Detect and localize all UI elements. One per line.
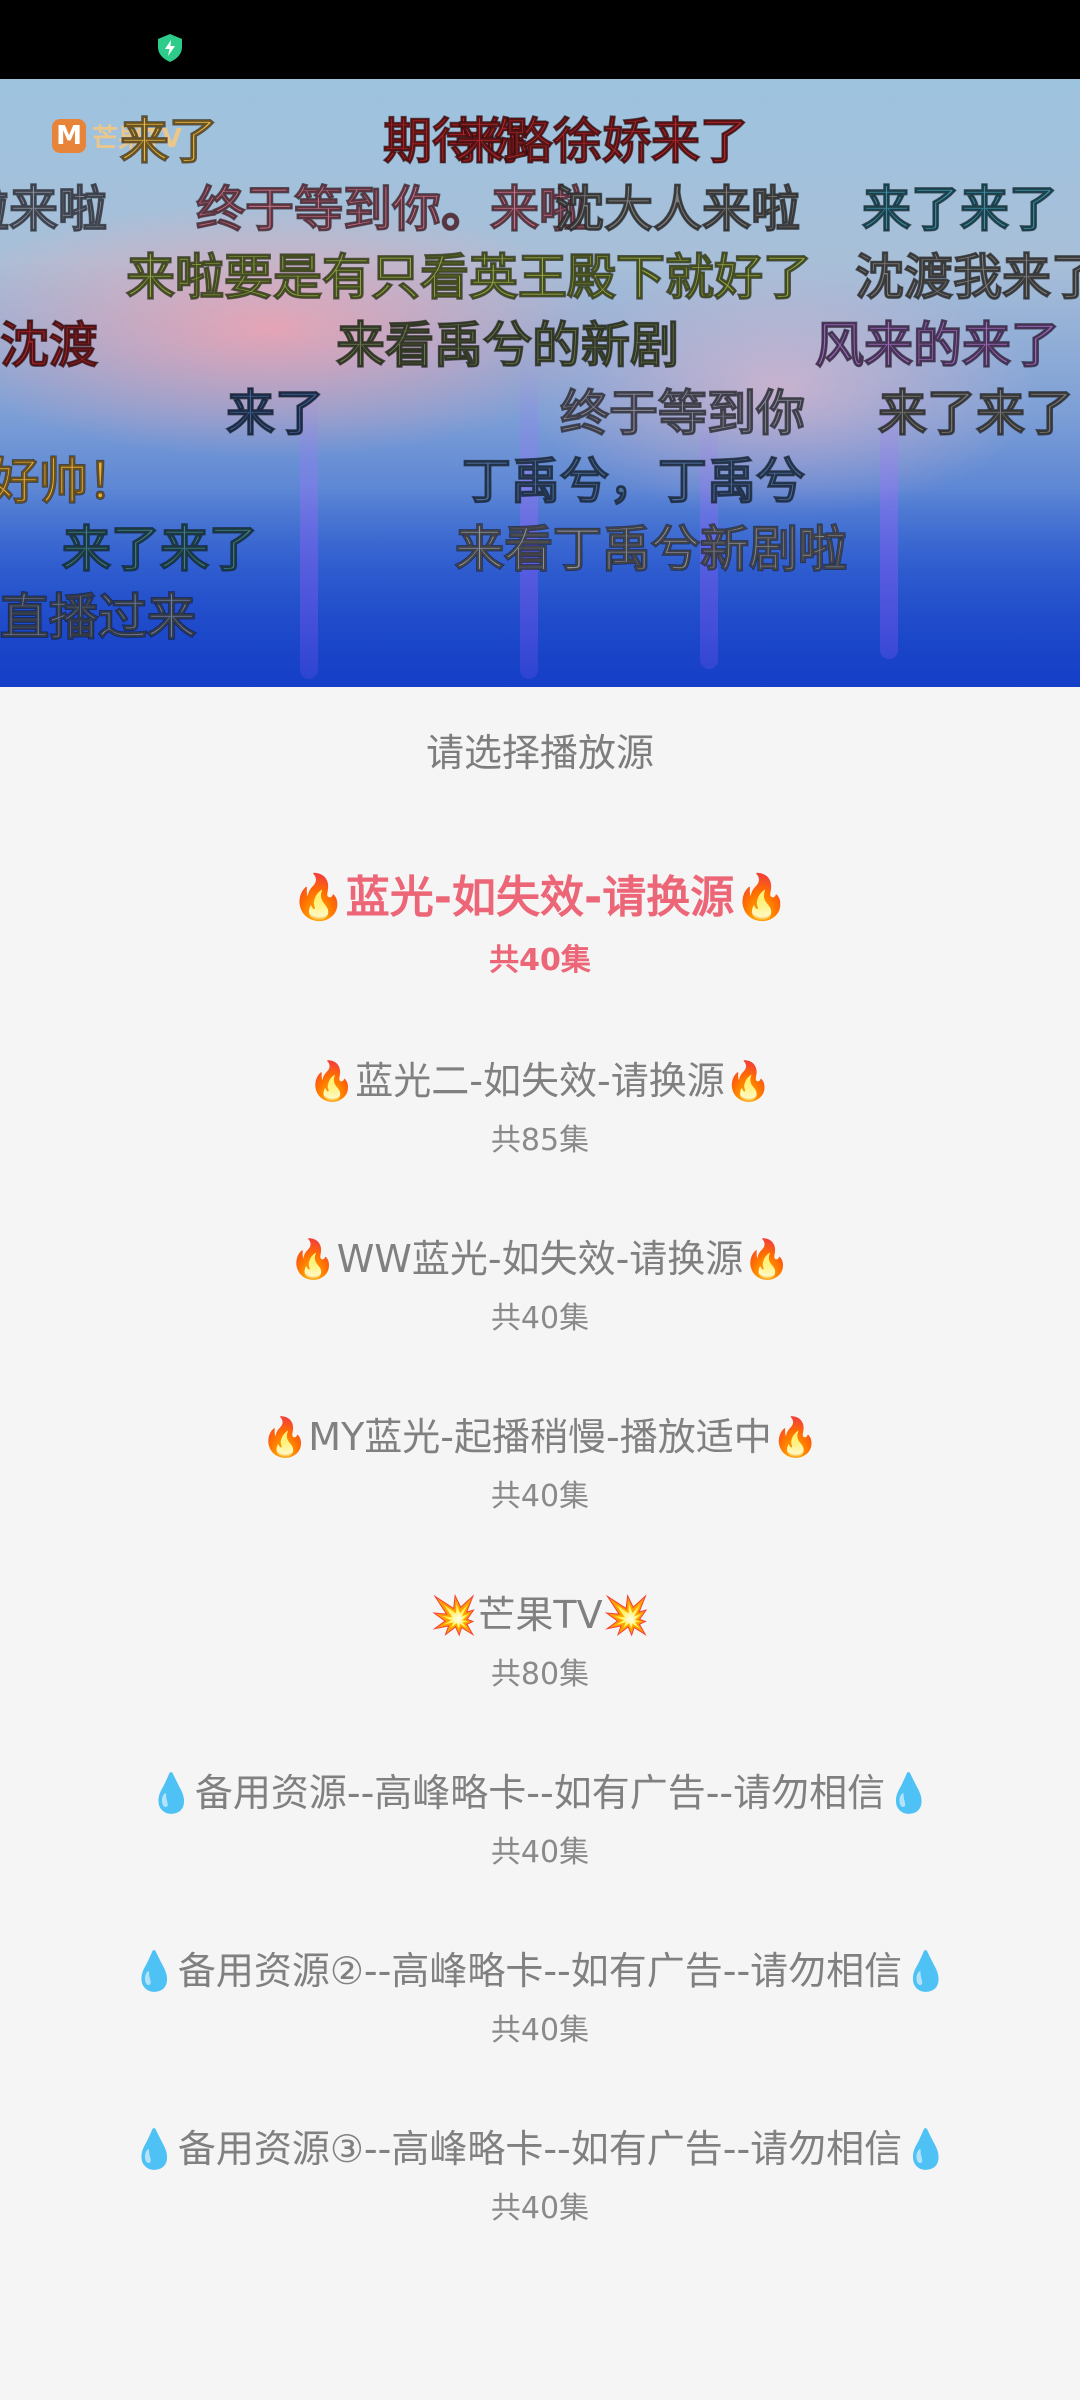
danmaku-comment: 来了来了	[61, 521, 259, 578]
episode-count: 共85集	[490, 1123, 590, 1158]
source-item[interactable]: 🔥MY蓝光-起播稍慢-播放适中🔥 共40集	[0, 1406, 1080, 1515]
source-name: 🔥WW蓝光-如失效-请换源🔥	[289, 1237, 791, 1281]
episode-count: 共40集	[490, 1479, 590, 1514]
source-name: 🔥蓝光二-如失效-请换源🔥	[307, 1059, 773, 1103]
source-item[interactable]: 🔥蓝光-如失效-请换源🔥 共40集	[0, 861, 1080, 979]
episode-count: 共40集	[490, 1301, 590, 1336]
source-item[interactable]: 💧备用资源②--高峰略卡--如有广告--请勿相信💧 共40集	[0, 1940, 1080, 2049]
shield-icon	[158, 34, 182, 62]
danmaku-comment: 直播过来	[0, 589, 197, 646]
danmaku-comment: 来看禹兮的新剧	[335, 317, 680, 374]
danmaku-comment: 来啦要是有只看英王殿下就好了	[125, 249, 813, 306]
danmaku-comment: 沈渡	[0, 317, 99, 374]
source-name: 💧备用资源③--高峰略卡--如有广告--请勿相信💧	[130, 2127, 950, 2171]
danmaku-comment: 来看丁禹兮新剧啦	[454, 521, 848, 578]
source-name: 🔥蓝光-如失效-请换源🔥	[290, 872, 790, 923]
source-item[interactable]: 💧备用资源--高峰略卡--如有广告--请勿相信💧 共40集	[0, 1762, 1080, 1871]
source-item[interactable]: 💧备用资源③--高峰略卡--如有广告--请勿相信💧 共40集	[0, 2118, 1080, 2227]
episode-count: 共40集	[490, 2013, 590, 2048]
episode-count: 共40集	[490, 1835, 590, 1870]
danmaku-comment: 沈渡我来了	[854, 249, 1080, 306]
danmaku-comment: 风来的来了	[814, 317, 1061, 374]
danmaku-comment: 终于等到你。来啦	[195, 181, 589, 238]
source-name: 🔥MY蓝光-起播稍慢-播放适中🔥	[260, 1415, 820, 1459]
danmaku-comment: 来了	[119, 113, 219, 170]
source-item[interactable]: 💥芒果TV💥 共80集	[0, 1584, 1080, 1693]
source-item[interactable]: 🔥蓝光二-如失效-请换源🔥 共85集	[0, 1050, 1080, 1159]
status-bar	[0, 0, 1080, 79]
video-player[interactable]: M 芒果TV 来了 期待你 来路徐娇来了 啦来啦 终于等到你。来啦 沈大人来啦 …	[0, 79, 1080, 687]
danmaku-comment: 沈大人来啦	[554, 181, 801, 238]
danmaku-comment: 啦来啦	[0, 181, 108, 238]
danmaku-comment: 来了来了	[861, 181, 1059, 238]
source-name: 💧备用资源②--高峰略卡--如有广告--请勿相信💧	[130, 1949, 950, 1993]
danmaku-comment: 好帅！	[0, 453, 138, 510]
episode-count: 共40集	[489, 943, 591, 978]
source-picker-title: 请选择播放源	[425, 731, 654, 775]
danmaku-comment: 终于等到你	[559, 385, 806, 442]
source-item[interactable]: 🔥WW蓝光-如失效-请换源🔥 共40集	[0, 1228, 1080, 1337]
stage-floor	[0, 487, 1080, 687]
source-name: 💥芒果TV💥	[430, 1593, 650, 1637]
episode-count: 共40集	[490, 2191, 590, 2226]
danmaku-comment: 来了	[225, 385, 325, 442]
episode-count: 共80集	[490, 1657, 590, 1692]
danmaku-comment: 来了来了	[877, 385, 1075, 442]
danmaku-comment: 丁禹兮，丁禹兮	[461, 453, 806, 510]
source-name: 💧备用资源--高峰略卡--如有广告--请勿相信💧	[147, 1771, 933, 1815]
danmaku-comment: 来路徐娇来了	[454, 113, 750, 170]
